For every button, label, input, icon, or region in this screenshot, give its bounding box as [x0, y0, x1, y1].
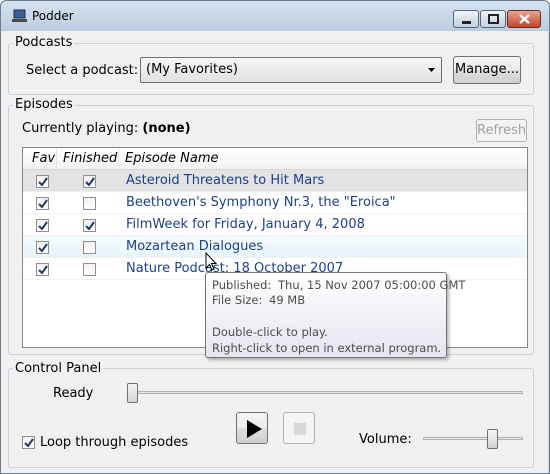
episode-list-header: Fav Finished Episode Name: [23, 148, 527, 170]
stop-button[interactable]: [283, 412, 315, 444]
checkmark-icon: [38, 221, 48, 231]
volume-slider-track[interactable]: [423, 437, 523, 440]
table-row[interactable]: Mozartean Dialogues: [23, 236, 527, 258]
minimize-icon: [462, 21, 471, 24]
app-icon: [12, 9, 27, 22]
currently-playing-label: Currently playing: (none): [22, 121, 191, 136]
progress-slider-track[interactable]: [127, 391, 523, 394]
maximize-button[interactable]: [480, 10, 506, 28]
episode-name: Beethoven's Symphony Nr.3, the "Eroica": [126, 195, 396, 210]
close-icon: [519, 14, 530, 24]
fav-checkbox[interactable]: [36, 263, 49, 276]
checkmark-icon: [24, 438, 34, 448]
mouse-cursor-icon: [205, 252, 217, 271]
title-bar[interactable]: Podder: [1, 1, 549, 31]
finished-checkbox[interactable]: [83, 175, 96, 188]
finished-checkbox[interactable]: [83, 197, 96, 210]
fav-checkbox[interactable]: [36, 219, 49, 232]
fav-checkbox[interactable]: [36, 197, 49, 210]
checkmark-icon: [85, 221, 95, 231]
status-text: Ready: [53, 386, 94, 401]
checkmark-icon: [38, 199, 48, 209]
column-header-finished[interactable]: Finished: [57, 148, 119, 170]
episode-name: Mozartean Dialogues: [126, 239, 264, 254]
podcast-select[interactable]: (My Favorites): [140, 57, 442, 83]
progress-slider-thumb[interactable]: [127, 383, 138, 403]
control-panel-group-label: Control Panel: [13, 361, 104, 376]
table-row[interactable]: FilmWeek for Friday, January 4, 2008: [23, 214, 527, 236]
stop-icon: [294, 423, 306, 435]
episode-name: Asteroid Threatens to Hit Mars: [126, 173, 325, 188]
finished-checkbox[interactable]: [83, 241, 96, 254]
finished-checkbox[interactable]: [83, 219, 96, 232]
fav-checkbox[interactable]: [36, 241, 49, 254]
checkmark-icon: [38, 243, 48, 253]
tooltip-hint-play: Double-click to play.: [212, 325, 328, 339]
table-row[interactable]: Beethoven's Symphony Nr.3, the "Eroica": [23, 192, 527, 214]
checkmark-icon: [85, 177, 95, 187]
currently-playing-value: (none): [142, 121, 191, 136]
checkmark-icon: [38, 265, 48, 275]
podcast-select-value: (My Favorites): [146, 62, 238, 77]
finished-checkbox[interactable]: [83, 263, 96, 276]
chevron-down-icon: [428, 68, 435, 72]
column-header-episode-name[interactable]: Episode Name: [119, 148, 527, 170]
tooltip-filesize-label: File Size:: [212, 293, 263, 307]
volume-label: Volume:: [359, 432, 412, 447]
select-podcast-label: Select a podcast:: [26, 63, 139, 78]
episode-tooltip: Published: Thu, 15 Nov 2007 05:00:00 GMT…: [205, 272, 465, 358]
podcasts-group-label: Podcasts: [13, 35, 75, 50]
table-row[interactable]: Asteroid Threatens to Hit Mars: [23, 170, 527, 192]
refresh-button[interactable]: Refresh: [476, 119, 527, 142]
checkmark-icon: [38, 177, 48, 187]
maximize-icon: [488, 14, 499, 24]
episode-name: FilmWeek for Friday, January 4, 2008: [126, 217, 365, 232]
tooltip-hint-open: Right-click to open in external program.: [212, 341, 442, 355]
control-panel-group: [8, 368, 534, 468]
play-icon: [247, 420, 262, 438]
tooltip-filesize-value: 49 MB: [269, 293, 306, 307]
episodes-group-label: Episodes: [13, 97, 75, 112]
loop-label[interactable]: Loop through episodes: [40, 435, 188, 450]
window-title: Podder: [32, 9, 74, 23]
column-header-fav[interactable]: Fav: [23, 148, 57, 170]
play-button[interactable]: [236, 412, 268, 444]
tooltip-published-value: Thu, 15 Nov 2007 05:00:00 GMT: [278, 278, 466, 292]
minimize-button[interactable]: [453, 10, 479, 28]
loop-checkbox[interactable]: [22, 436, 35, 449]
manage-button[interactable]: Manage...: [453, 56, 521, 84]
close-button[interactable]: [507, 10, 541, 28]
fav-checkbox[interactable]: [36, 175, 49, 188]
tooltip-published-label: Published:: [212, 278, 272, 292]
volume-slider-thumb[interactable]: [487, 429, 499, 449]
currently-playing-prefix: Currently playing:: [22, 121, 139, 136]
